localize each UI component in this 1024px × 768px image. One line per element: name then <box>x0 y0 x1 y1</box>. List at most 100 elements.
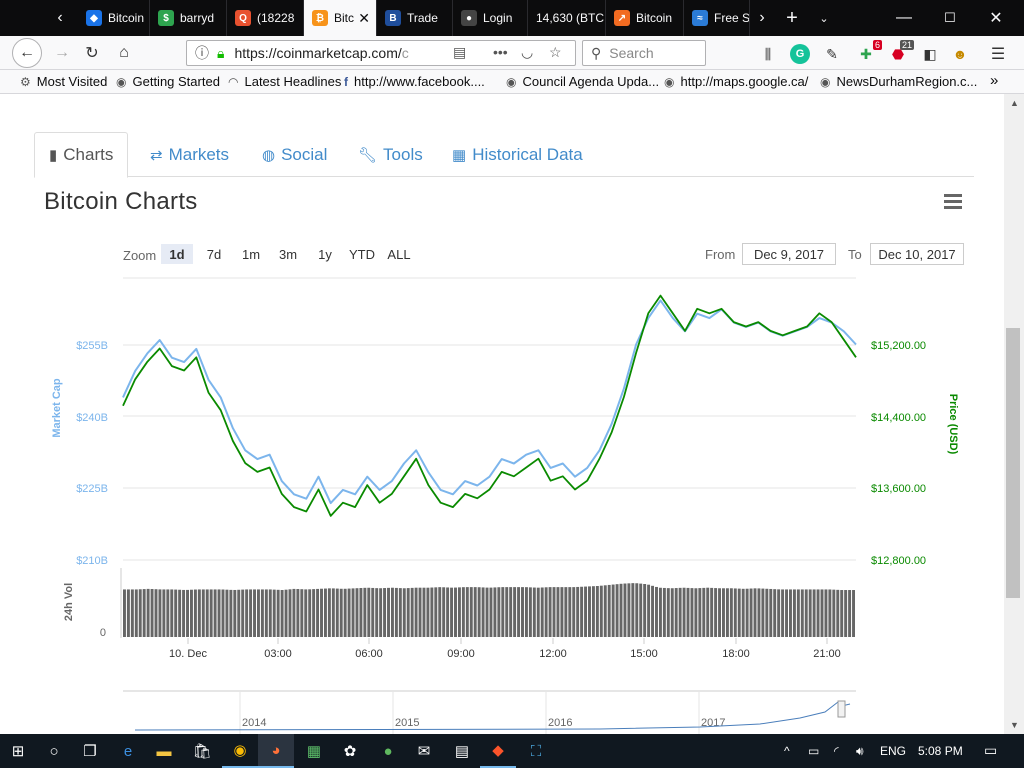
browser-tab[interactable]: B Trade <box>377 0 453 36</box>
language-indicator[interactable]: ENG <box>880 744 906 758</box>
time-axis: 10. Dec 03:00 06:00 09:00 12:00 15:00 18:00 21:… <box>169 638 841 660</box>
url-bar[interactable]: ⓘ 🔒︎ https://coinmarketcap.com/c ▤ ••• ◡… <box>186 40 576 66</box>
volume-bar <box>123 589 126 637</box>
back-button[interactable]: ← <box>12 38 42 68</box>
battery-icon[interactable]: ▭ <box>808 744 819 758</box>
page-actions-icon[interactable]: ••• <box>493 44 508 60</box>
price-tick-label: $13,600.00 <box>871 483 926 495</box>
scrollbar-thumb[interactable] <box>1006 328 1020 598</box>
bitcoin-price-chart[interactable]: $255B $240B $225B $210B Market Cap $15,200.0… <box>0 94 1004 734</box>
browser-tab[interactable]: $ barryd <box>150 0 227 36</box>
bookmark-news-durham[interactable]: ◉ NewsDurhamRegion.c... <box>820 74 977 89</box>
page-info-icon[interactable]: ⓘ <box>195 43 209 63</box>
volume-bar <box>745 588 749 637</box>
file-explorer-icon[interactable]: ▬ <box>146 734 182 768</box>
navigator[interactable]: 2014 2015 2016 2017 <box>123 690 856 734</box>
scroll-down-icon[interactable]: ▼ <box>1010 720 1019 730</box>
grammarly-icon[interactable]: G <box>790 44 810 64</box>
volume-bar <box>422 587 426 637</box>
firefox-icon[interactable]: ◕ <box>258 734 294 768</box>
volume-bar <box>836 589 840 637</box>
action-center-icon[interactable]: ▭ <box>984 742 997 759</box>
maximize-icon[interactable]: ☐ <box>932 0 968 36</box>
cortana-icon[interactable]: ○ <box>36 734 72 768</box>
chrome-icon[interactable]: ◉ <box>222 734 258 768</box>
tab-scroll-left-icon[interactable]: ‹ <box>48 0 72 36</box>
globe-icon: ◉ <box>820 74 831 89</box>
bookmark-getting-started[interactable]: ◉ Getting Started <box>116 74 220 89</box>
calculator-icon[interactable]: ▤ <box>444 734 480 768</box>
navigator-handle[interactable] <box>837 700 846 718</box>
bookmark-council-agenda[interactable]: ◉ Council Agenda Upda... <box>506 74 659 89</box>
browser-tab-title: Bitc <box>334 11 355 25</box>
volume-bar <box>694 588 698 637</box>
chart-grid <box>123 277 856 561</box>
close-window-icon[interactable]: ✕ <box>978 0 1014 36</box>
browser-tab[interactable]: ≈ Free S <box>684 0 750 36</box>
volume-bar <box>576 586 580 637</box>
bookmark-latest-headlines[interactable]: ◠ Latest Headlines <box>228 74 341 89</box>
volume-bar <box>773 589 777 637</box>
volume-bar <box>635 583 639 637</box>
scroll-up-icon[interactable]: ▲ <box>1010 98 1019 108</box>
volume-bar <box>450 587 454 637</box>
bookmarks-overflow-icon[interactable]: » <box>990 72 998 89</box>
volume-bar <box>229 589 233 637</box>
bookmark-star-icon[interactable]: ☆ <box>549 44 562 61</box>
volume-bar <box>497 587 501 637</box>
monkey-extension-icon[interactable]: ☻ <box>950 44 970 64</box>
tab-list-chevron-icon[interactable]: ⌄ <box>812 0 836 36</box>
green-app-icon[interactable]: ● <box>370 734 406 768</box>
close-tab-icon[interactable]: ✕ <box>358 10 370 27</box>
globe-icon: ◉ <box>116 74 127 89</box>
volume-bar <box>154 589 158 637</box>
reload-button[interactable]: ↻ <box>78 39 106 67</box>
edge-icon[interactable]: e <box>110 734 146 768</box>
bookmark-facebook[interactable]: f http://www.facebook.... <box>344 74 485 89</box>
tray-overflow-icon[interactable]: ^ <box>784 744 790 758</box>
library-icon[interactable]: ⫼ <box>758 44 778 64</box>
mail-icon[interactable]: ✉ <box>406 734 442 768</box>
price-line <box>122 294 857 517</box>
windows-start-icon[interactable]: ⊞ <box>0 734 36 768</box>
tab-scroll-right-icon[interactable]: › <box>750 0 774 36</box>
bookmark-maps[interactable]: ◉ http://maps.google.ca/ <box>664 74 808 89</box>
extension-green-icon[interactable]: ✚ 6 <box>856 40 882 64</box>
pocket-icon[interactable]: ◡ <box>521 44 533 61</box>
browser-tab[interactable]: ● Login <box>453 0 528 36</box>
minimize-icon[interactable]: — <box>886 0 922 36</box>
calculator-grid-icon[interactable]: ▦ <box>296 734 332 768</box>
network-icon[interactable]: ◜ <box>834 744 839 758</box>
browser-tab[interactable]: 14,630 (BTC <box>528 0 606 36</box>
volume-bar <box>260 589 264 637</box>
reader-view-icon[interactable]: ▤ <box>453 44 466 61</box>
page-scrollbar[interactable]: ▲ ▼ <box>1004 94 1024 734</box>
volume-bar <box>572 587 576 637</box>
browser-tab[interactable]: ↗ Bitcoin <box>606 0 684 36</box>
volume-icon[interactable]: 🔊︎ <box>856 744 864 759</box>
bookmark-most-visited[interactable]: ⚙ Most Visited <box>20 74 107 89</box>
browser-tab[interactable]: Q (18228 <box>227 0 304 36</box>
paint-icon[interactable]: ✿ <box>332 734 368 768</box>
volume-bar <box>840 590 844 637</box>
browser-tab[interactable]: ◆ Bitcoin <box>78 0 150 36</box>
task-view-icon[interactable]: ❐ <box>72 734 108 768</box>
menu-icon[interactable]: ☰ <box>988 44 1008 64</box>
volume-bar <box>347 588 351 637</box>
home-button[interactable]: ⌂ <box>110 39 138 67</box>
browser-tab[interactable]: ₿ Bitc ✕ <box>304 0 377 36</box>
forward-button[interactable]: → <box>48 39 76 67</box>
new-tab-icon[interactable]: + <box>778 0 806 36</box>
search-input[interactable]: ⚲ Search <box>582 40 706 66</box>
market-cap-axis-label: Market Cap <box>51 378 63 438</box>
clock[interactable]: 5:08 PM <box>918 744 963 758</box>
store-icon[interactable]: 🛍︎ <box>184 734 220 768</box>
sidebar-icon[interactable]: ◧ <box>920 44 940 64</box>
eyedropper-icon[interactable]: ✎ <box>822 44 842 64</box>
adblock-icon[interactable]: ⬣ 21 <box>888 40 914 64</box>
brave-icon[interactable]: ◆ <box>480 734 516 768</box>
volume-bar <box>501 587 505 637</box>
app-icon[interactable]: ⛶ <box>518 734 554 768</box>
volume-bar <box>418 587 422 637</box>
volume-bar <box>387 587 390 637</box>
